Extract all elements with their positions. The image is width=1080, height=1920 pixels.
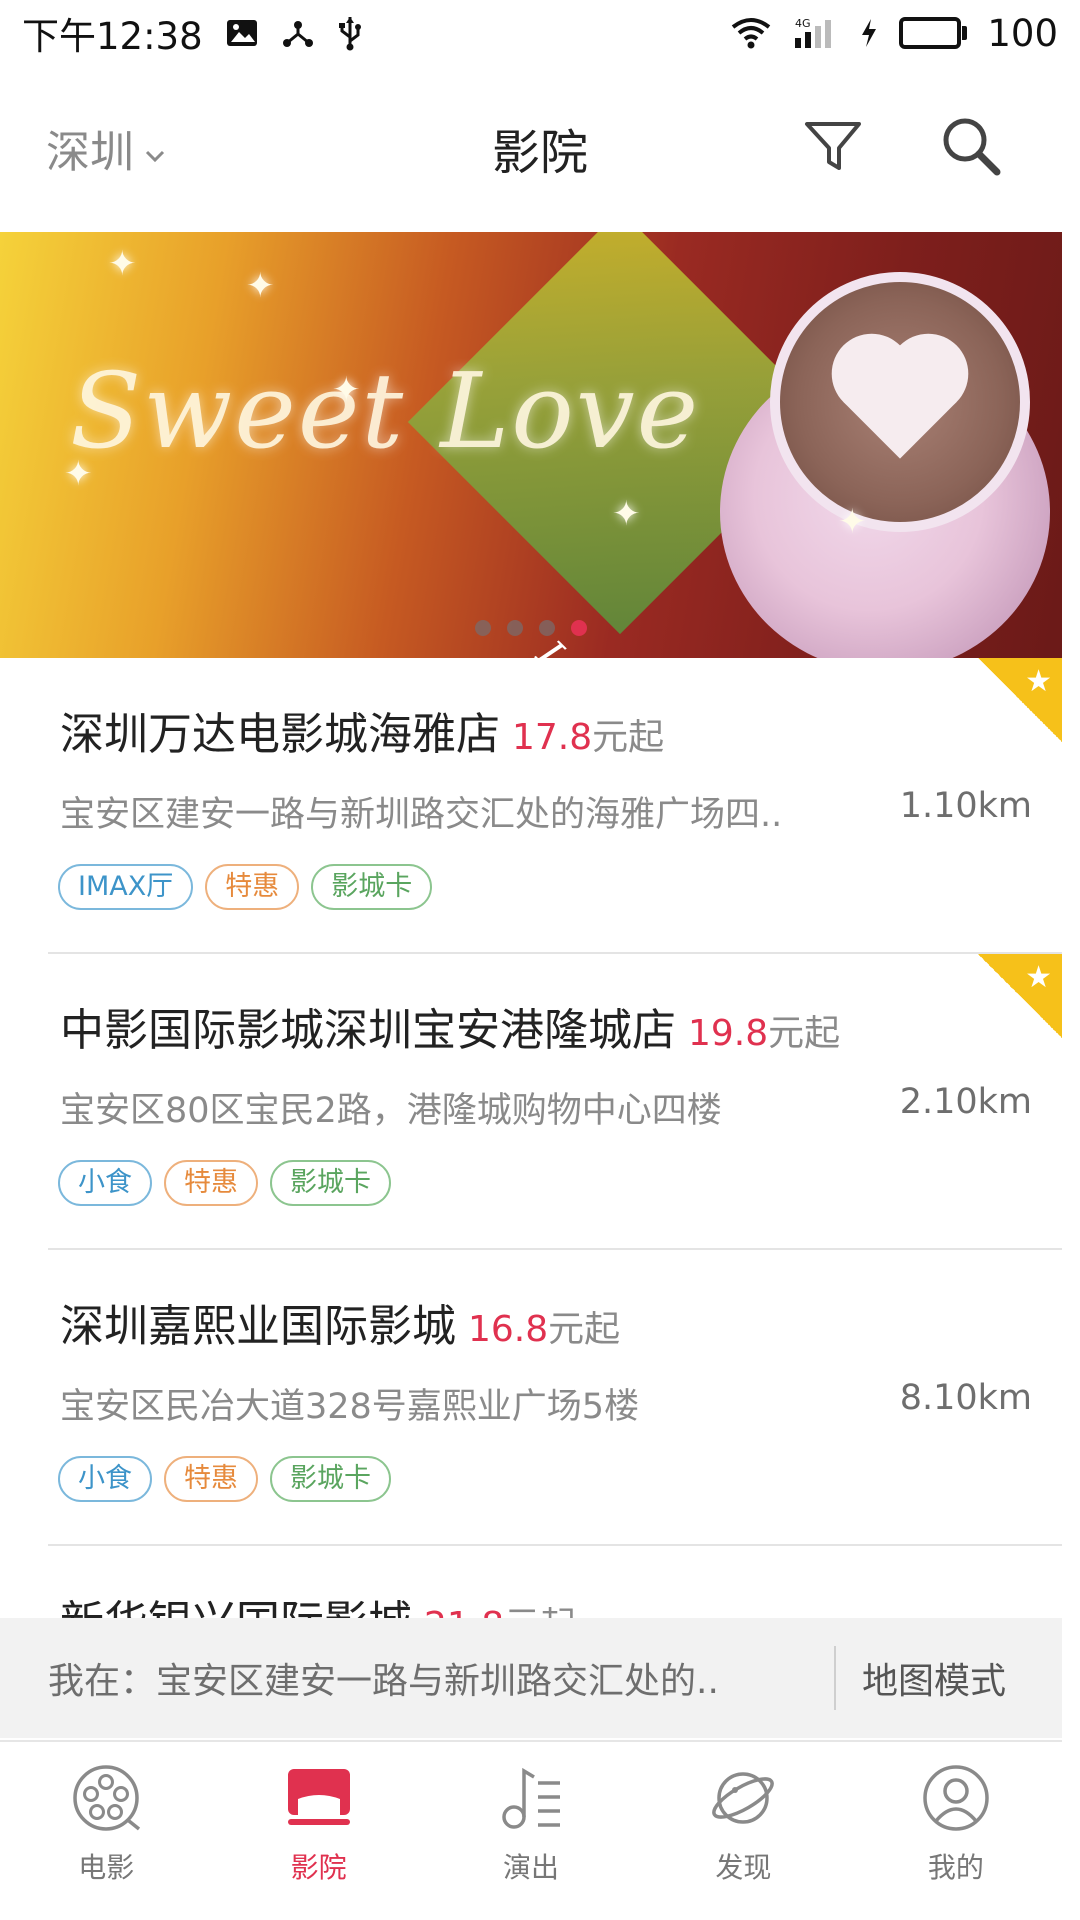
chevron-down-icon <box>144 123 166 174</box>
carousel-dot-active[interactable] <box>571 620 587 636</box>
charging-icon <box>859 17 879 49</box>
battery-icon <box>899 17 968 49</box>
carousel-dot[interactable] <box>475 620 491 636</box>
network-label: 4G <box>795 17 811 30</box>
current-location: 我在：宝安区建安一路与新圳路交汇处的.. <box>48 1661 719 1702</box>
status-time: 下午12:38 <box>22 15 203 58</box>
city-label: 深圳 <box>46 127 134 178</box>
planet-icon <box>705 1760 781 1836</box>
cinema-price: 17.8 <box>512 717 593 758</box>
image-notification-icon <box>225 18 259 48</box>
cinema-price: 19.8 <box>688 1013 769 1054</box>
cinema-card[interactable]: 深圳嘉熙业国际影城 16.8元起 宝安区民冶大道328号嘉熙业广场5楼 8.10… <box>0 1250 1062 1546</box>
share-hub-icon <box>281 16 315 50</box>
app-header: 深圳 影院 <box>0 66 1080 230</box>
cinema-tag: 特惠 <box>164 1456 258 1502</box>
cinema-name: 深圳嘉熙业国际影城 <box>60 1301 456 1352</box>
bottom-nav: 电影 影院 演出 发现 我的 <box>0 1740 1062 1920</box>
music-note-icon <box>493 1760 569 1836</box>
carousel-indicator <box>0 620 1062 636</box>
nav-item-movies[interactable]: 电影 <box>0 1742 212 1920</box>
cinema-card[interactable]: 新华银兴国际影城 21.8元起 <box>0 1546 1062 1618</box>
filter-icon <box>803 118 863 178</box>
usb-icon <box>337 15 363 51</box>
carousel-dot[interactable] <box>539 620 555 636</box>
cinema-address: 宝安区民冶大道328号嘉熙业广场5楼 <box>60 1387 640 1427</box>
divider <box>834 1646 836 1710</box>
cinema-distance: 8.10km <box>899 1378 1032 1418</box>
cinema-address: 宝安区建安一路与新圳路交汇处的海雅广场四.. <box>60 795 783 835</box>
banner-script-text: Sweet Love <box>70 350 701 472</box>
cinema-list[interactable]: ★ 深圳万达电影城海雅店 17.8元起 宝安区建安一路与新圳路交汇处的海雅广场四… <box>0 658 1080 1618</box>
cinema-name: 中影国际影城深圳宝安港隆城店 <box>60 1005 676 1056</box>
nav-item-cinemas[interactable]: 影院 <box>212 1742 424 1920</box>
cinema-tags: 小食 特惠 影城卡 <box>58 1456 391 1502</box>
cinema-price: 21.8 <box>424 1605 504 1618</box>
cinema-tag: IMAX厅 <box>58 864 194 910</box>
nav-item-shows[interactable]: 演出 <box>425 1742 637 1920</box>
nav-label: 我的 <box>927 1851 984 1884</box>
signal-4g-icon: 4G <box>791 16 839 50</box>
wifi-icon <box>731 17 771 49</box>
cinema-distance: 2.10km <box>899 1082 1032 1122</box>
sparkle-icon: ✦ <box>838 502 867 542</box>
nav-item-discover[interactable]: 发现 <box>637 1742 849 1920</box>
cinema-tag: 特惠 <box>164 1160 258 1206</box>
cinema-tag: 小食 <box>58 1456 152 1502</box>
sparkle-icon: ✦ <box>108 244 137 284</box>
cinema-name: 新华银兴国际影城 <box>60 1586 412 1618</box>
nav-label: 演出 <box>503 1851 560 1884</box>
nav-item-profile[interactable]: 我的 <box>850 1742 1062 1920</box>
cinema-tag: 影城卡 <box>270 1456 391 1502</box>
cinema-tag: 特惠 <box>205 864 300 910</box>
cinema-tags: 小食 特惠 影城卡 <box>58 1160 391 1206</box>
nav-label: 发现 <box>715 1851 772 1884</box>
star-icon: ★ <box>1025 960 1052 995</box>
cinema-tag: 影城卡 <box>311 864 433 910</box>
cinema-tag: 影城卡 <box>270 1160 391 1206</box>
cinema-name: 深圳万达电影城海雅店 <box>60 709 500 760</box>
user-icon <box>918 1760 994 1836</box>
film-reel-icon <box>68 1760 144 1836</box>
cinema-address: 宝安区80区宝民2路，港隆城购物中心四楼 <box>60 1091 722 1131</box>
promo-banner[interactable]: Sweet Love I Love You ✦ ✦ ✦ ✦ ✦ ✦ <box>0 232 1062 658</box>
status-bar: 下午12:38 4G 100 <box>0 0 1080 66</box>
cinema-price-unit: 元起 <box>592 717 665 758</box>
battery-level: 100 <box>987 11 1058 55</box>
map-mode-button[interactable]: 地图模式 <box>862 1652 1006 1704</box>
cinema-price-unit: 元起 <box>504 1605 576 1618</box>
star-icon: ★ <box>1025 664 1052 699</box>
sparkle-icon: ✦ <box>246 266 275 306</box>
sparkle-icon: ✦ <box>612 494 641 534</box>
nav-label: 影院 <box>290 1851 347 1884</box>
filter-button[interactable] <box>800 115 866 181</box>
carousel-dot[interactable] <box>507 620 523 636</box>
cinema-tags: IMAX厅 特惠 影城卡 <box>58 864 433 910</box>
search-button[interactable] <box>936 113 1006 183</box>
cinema-card[interactable]: ★ 中影国际影城深圳宝安港隆城店 19.8元起 宝安区80区宝民2路，港隆城购物… <box>0 954 1062 1250</box>
city-selector[interactable]: 深圳 <box>46 116 166 180</box>
cinema-card[interactable]: ★ 深圳万达电影城海雅店 17.8元起 宝安区建安一路与新圳路交汇处的海雅广场四… <box>0 658 1062 954</box>
cinema-screen-icon <box>281 1760 357 1836</box>
cinema-tag: 小食 <box>58 1160 152 1206</box>
nav-label: 电影 <box>78 1851 135 1884</box>
cinema-price-unit: 元起 <box>548 1309 621 1350</box>
sparkle-icon: ✦ <box>64 454 93 494</box>
cinema-price: 16.8 <box>468 1309 549 1350</box>
location-bar: 我在：宝安区建安一路与新圳路交汇处的.. 地图模式 <box>0 1618 1062 1738</box>
cinema-price-unit: 元起 <box>768 1013 841 1054</box>
sparkle-icon: ✦ <box>332 370 361 410</box>
search-icon <box>939 114 1003 182</box>
cinema-distance: 1.10km <box>899 786 1032 826</box>
